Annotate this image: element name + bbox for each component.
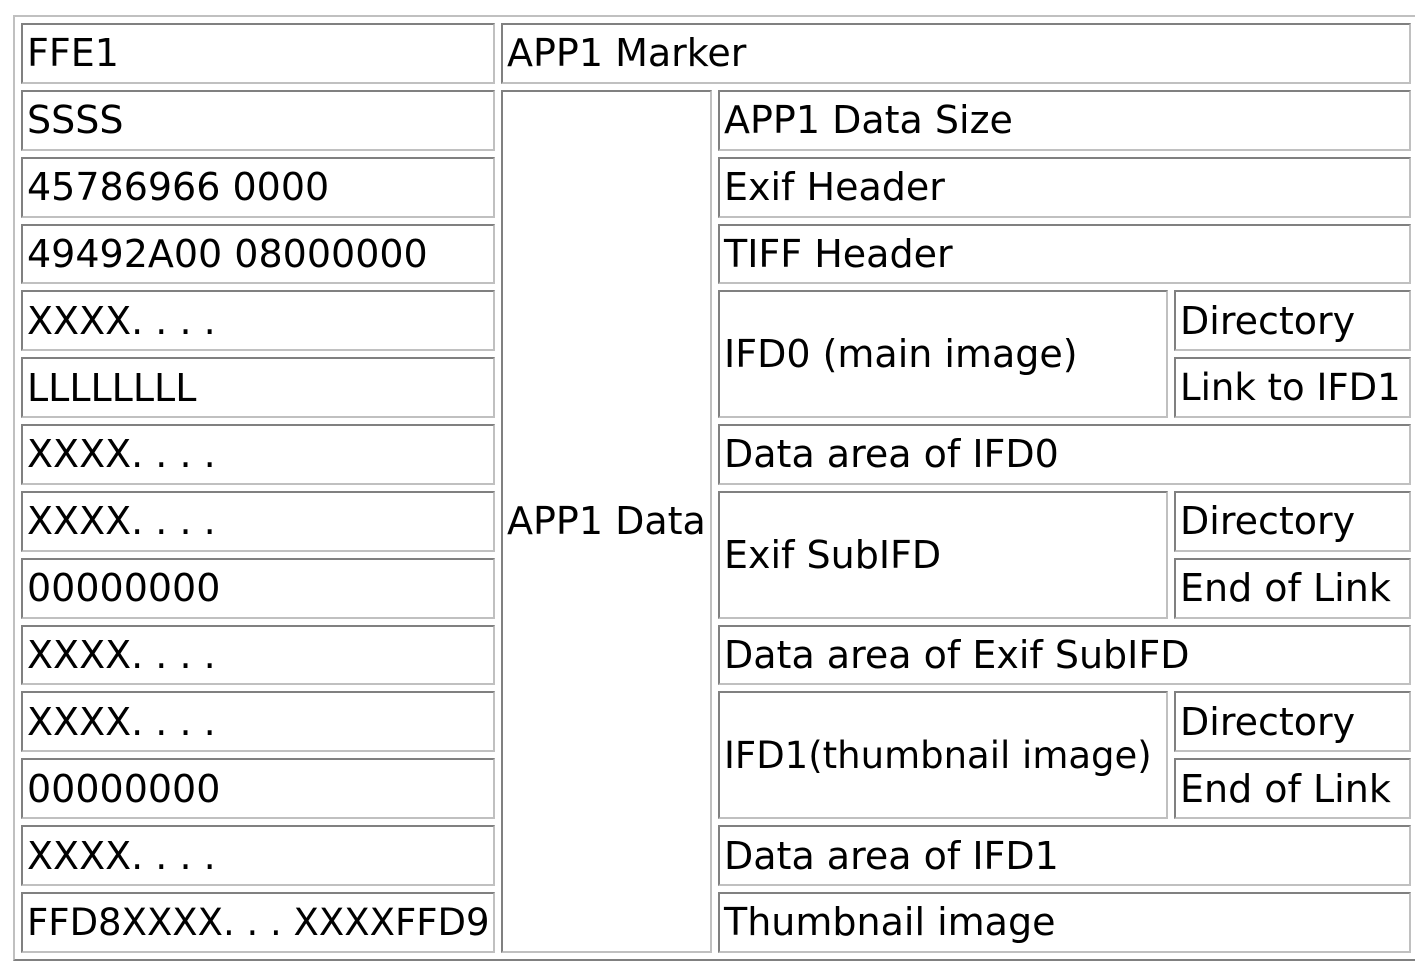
hex-cell: XXXX. . . . [21,490,495,552]
part-cell: Link to IFD1 [1174,357,1412,419]
hex-cell: LLLLLLLL [21,357,495,419]
app1-data-group-cell: APP1 Data [501,89,712,953]
hex-cell: XXXX. . . . [21,825,495,886]
table-row: 45786966 0000 Exif Header [21,156,1412,218]
table-row: SSSS APP1 Data APP1 Data Size [21,89,1412,953]
hex-cell: 49492A00 08000000 [21,223,495,285]
section-cell: Exif SubIFD [718,490,1168,619]
hex-cell: 45786966 0000 [21,156,495,218]
table-row: FFD8XXXX. . . XXXXFFD9 Thumbnail image [21,891,1412,953]
table-row: LLLLLLLL Link to IFD1 [21,357,1412,419]
part-cell: End of Link [1174,758,1412,820]
desc-cell: Data area of Exif SubIFD [718,624,1412,686]
part-cell: Directory [1174,691,1412,753]
exif-structure-table: FFE1 APP1 Marker SSSS APP1 Data APP1 Dat… [13,15,1415,961]
hex-cell: SSSS [21,89,495,151]
table-row: XXXX. . . . IFD0 (main image) Directory [21,290,1412,419]
desc-cell: Data area of IFD0 [718,424,1412,485]
table-row: 00000000 End of Link [21,557,1412,619]
desc-cell: TIFF Header [718,223,1412,285]
hex-cell: FFD8XXXX. . . XXXXFFD9 [21,891,495,953]
desc-cell: Exif Header [718,156,1412,218]
table-row: FFE1 APP1 Marker [21,23,1412,84]
table-row: XXXX. . . . Data area of IFD1 [21,825,1412,886]
desc-cell: APP1 Marker [501,23,1412,84]
section-cell: IFD0 (main image) [718,290,1168,419]
part-cell: Directory [1174,290,1412,352]
hex-cell: 00000000 [21,758,495,820]
table-row: 00000000 End of Link [21,758,1412,820]
table-row: XXXX. . . . Exif SubIFD Directory [21,490,1412,619]
table-row: XXXX. . . . Data area of Exif SubIFD [21,624,1412,686]
table-row: XXXX. . . . Data area of IFD0 [21,424,1412,485]
desc-cell: Data area of IFD1 [718,825,1412,886]
hex-cell: XXXX. . . . [21,290,495,352]
hex-cell: XXXX. . . . [21,691,495,753]
desc-cell: Thumbnail image [718,891,1412,953]
part-cell: End of Link [1174,557,1412,619]
desc-cell: APP1 Data Size [718,89,1412,151]
table-row: 49492A00 08000000 TIFF Header [21,223,1412,285]
part-cell: Directory [1174,490,1412,552]
hex-cell: FFE1 [21,23,495,84]
hex-cell: 00000000 [21,557,495,619]
table-row: XXXX. . . . IFD1(thumbnail image) Direct… [21,691,1412,820]
section-cell: IFD1(thumbnail image) [718,691,1168,820]
hex-cell: XXXX. . . . [21,424,495,485]
hex-cell: XXXX. . . . [21,624,495,686]
